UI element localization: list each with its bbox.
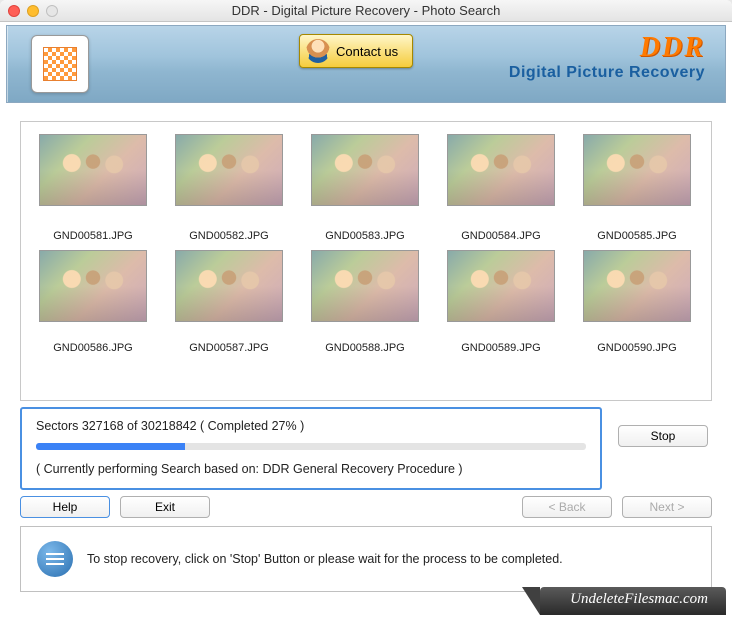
thumbnail-item[interactable]: GND00585.JPG — [579, 134, 695, 242]
logo-icon — [43, 47, 77, 81]
person-icon — [306, 39, 330, 63]
thumbnail-filename: GND00587.JPG — [171, 342, 287, 354]
progress-sectors-text: Sectors 327168 of 30218842 ( Completed 2… — [36, 419, 586, 433]
help-button[interactable]: Help — [20, 496, 110, 518]
contact-us-button[interactable]: Contact us — [299, 34, 413, 68]
titlebar: DDR - Digital Picture Recovery - Photo S… — [0, 0, 732, 22]
progress-procedure-text: ( Currently performing Search based on: … — [36, 462, 586, 476]
brand-title: DDR — [509, 32, 705, 64]
photo-thumbnail-icon — [311, 134, 419, 206]
thumbnails-row: GND00586.JPG GND00587.JPG GND00588.JPG G… — [35, 250, 697, 354]
photo-thumbnail-icon — [311, 250, 419, 322]
window-title: DDR - Digital Picture Recovery - Photo S… — [8, 3, 724, 18]
main-content: GND00581.JPG GND00582.JPG GND00583.JPG G… — [0, 103, 732, 592]
chat-bubble-icon — [37, 541, 73, 577]
photo-thumbnail-icon — [39, 134, 147, 206]
photo-thumbnail-icon — [447, 134, 555, 206]
thumbnail-item[interactable]: GND00586.JPG — [35, 250, 151, 354]
thumbnails-panel: GND00581.JPG GND00582.JPG GND00583.JPG G… — [20, 121, 712, 401]
photo-thumbnail-icon — [583, 250, 691, 322]
thumbnail-filename: GND00586.JPG — [35, 342, 151, 354]
app-logo — [31, 35, 89, 93]
progress-bar — [36, 443, 586, 450]
stop-button[interactable]: Stop — [618, 425, 708, 447]
thumbnail-item[interactable]: GND00581.JPG — [35, 134, 151, 242]
nav-buttons-row: Help Exit < Back Next > — [20, 496, 712, 518]
thumbnail-item[interactable]: GND00584.JPG — [443, 134, 559, 242]
thumbnail-item[interactable]: GND00582.JPG — [171, 134, 287, 242]
exit-button[interactable]: Exit — [120, 496, 210, 518]
info-panel: To stop recovery, click on 'Stop' Button… — [20, 526, 712, 592]
brand-subtitle: Digital Picture Recovery — [509, 64, 705, 82]
app-window: DDR - Digital Picture Recovery - Photo S… — [0, 0, 732, 619]
photo-thumbnail-icon — [39, 250, 147, 322]
thumbnail-item[interactable]: GND00583.JPG — [307, 134, 423, 242]
info-text: To stop recovery, click on 'Stop' Button… — [87, 552, 563, 566]
photo-thumbnail-icon — [175, 250, 283, 322]
thumbnail-item[interactable]: GND00590.JPG — [579, 250, 695, 354]
thumbnail-filename: GND00584.JPG — [443, 230, 559, 242]
thumbnail-item[interactable]: GND00589.JPG — [443, 250, 559, 354]
photo-thumbnail-icon — [175, 134, 283, 206]
contact-us-label: Contact us — [336, 44, 398, 59]
footer-website: UndeleteFilesmac.com — [540, 587, 726, 615]
next-button: Next > — [622, 496, 712, 518]
brand-block: DDR Digital Picture Recovery — [509, 32, 705, 82]
thumbnail-filename: GND00581.JPG — [35, 230, 151, 242]
photo-thumbnail-icon — [447, 250, 555, 322]
thumbnail-filename: GND00590.JPG — [579, 342, 695, 354]
thumbnail-filename: GND00588.JPG — [307, 342, 423, 354]
thumbnail-filename: GND00582.JPG — [171, 230, 287, 242]
back-button: < Back — [522, 496, 612, 518]
thumbnail-item[interactable]: GND00588.JPG — [307, 250, 423, 354]
progress-fill — [36, 443, 185, 450]
thumbnails-row: GND00581.JPG GND00582.JPG GND00583.JPG G… — [35, 134, 697, 242]
thumbnail-filename: GND00589.JPG — [443, 342, 559, 354]
thumbnail-filename: GND00583.JPG — [307, 230, 423, 242]
thumbnail-filename: GND00585.JPG — [579, 230, 695, 242]
photo-thumbnail-icon — [583, 134, 691, 206]
thumbnail-item[interactable]: GND00587.JPG — [171, 250, 287, 354]
app-banner: Contact us DDR Digital Picture Recovery — [6, 25, 726, 103]
progress-panel: Sectors 327168 of 30218842 ( Completed 2… — [20, 407, 602, 490]
